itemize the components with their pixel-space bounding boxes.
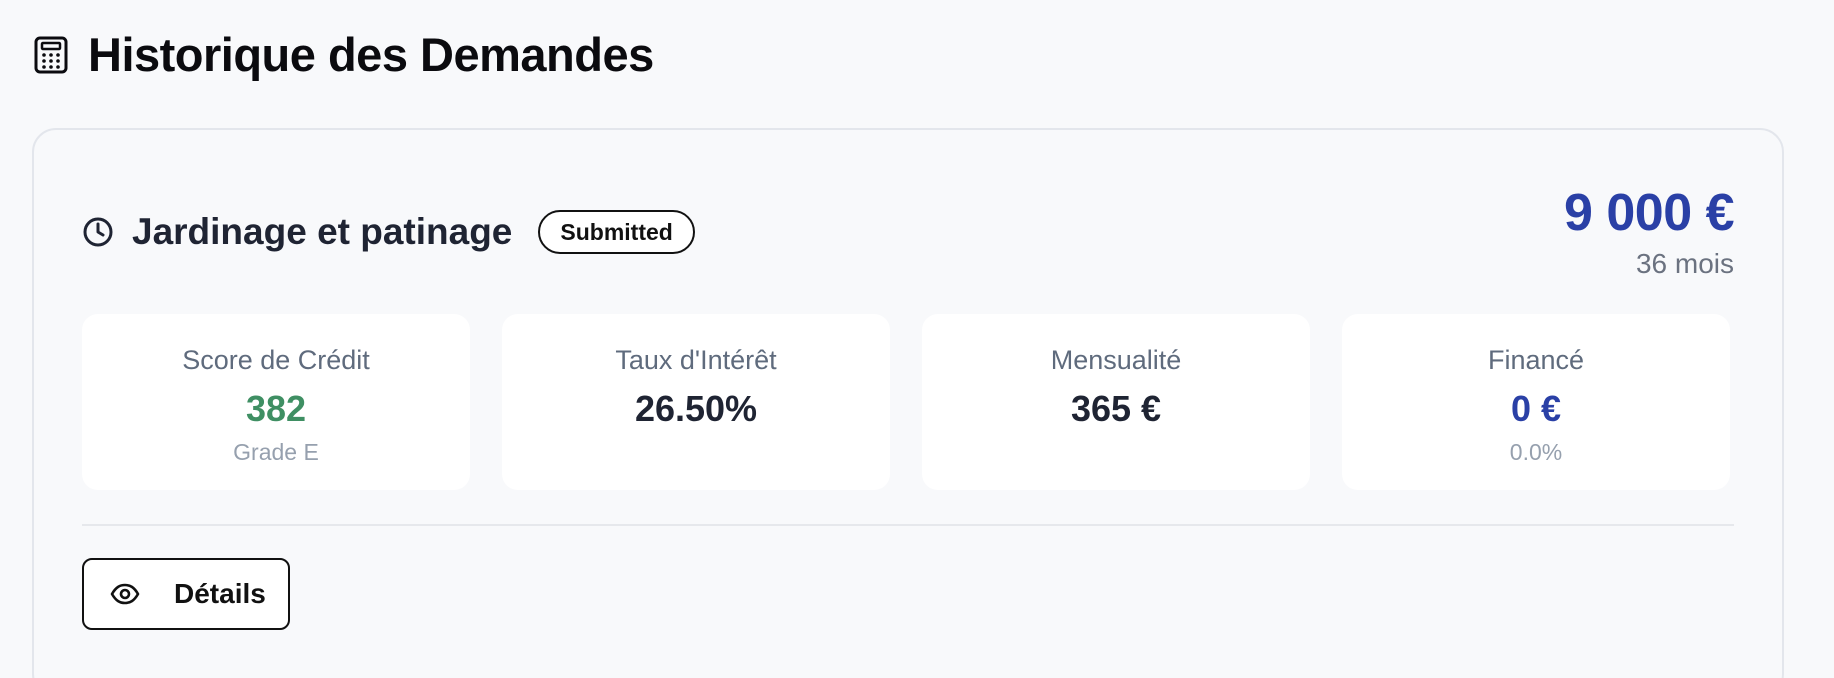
metric-label: Mensualité [1050,345,1182,375]
clock-icon [82,216,114,248]
metric-monthly-payment: Mensualité 365 € [922,314,1310,490]
metric-financed: Financé 0 € 0.0% [1342,314,1730,490]
metric-sub: 0.0% [1509,439,1563,465]
eye-icon [110,579,140,609]
metric-value: 382 [245,388,307,429]
request-card: Jardinage et patinage Submitted 9 000 € … [32,128,1784,678]
metric-value: 26.50% [634,388,758,429]
request-header: Jardinage et patinage Submitted [82,210,695,254]
page-header: Historique des Demandes [34,26,654,84]
status-badge: Submitted [538,210,695,254]
metric-label: Taux d'Intérêt [615,345,777,375]
request-amount: 9 000 € [1564,184,1735,242]
metric-interest-rate: Taux d'Intérêt 26.50% [502,314,890,490]
metric-sub: Grade E [233,439,319,465]
metric-credit-score: Score de Crédit 382 Grade E [82,314,470,490]
calculator-icon [34,36,68,74]
request-duration: 36 mois [1635,248,1734,279]
metric-value: 0 € [1510,388,1562,429]
divider [82,524,1734,526]
details-button-label: Détails [174,578,266,609]
metric-value: 365 € [1070,388,1162,429]
metric-label: Financé [1487,345,1585,375]
metric-label: Score de Crédit [182,345,370,375]
amount-block: 9 000 € 36 mois [1564,182,1735,280]
page-title: Historique des Demandes [88,28,654,81]
metrics-row: Score de Crédit 382 Grade E Taux d'Intér… [82,314,1730,490]
details-button[interactable]: Détails [82,558,290,630]
request-title: Jardinage et patinage [132,211,513,252]
